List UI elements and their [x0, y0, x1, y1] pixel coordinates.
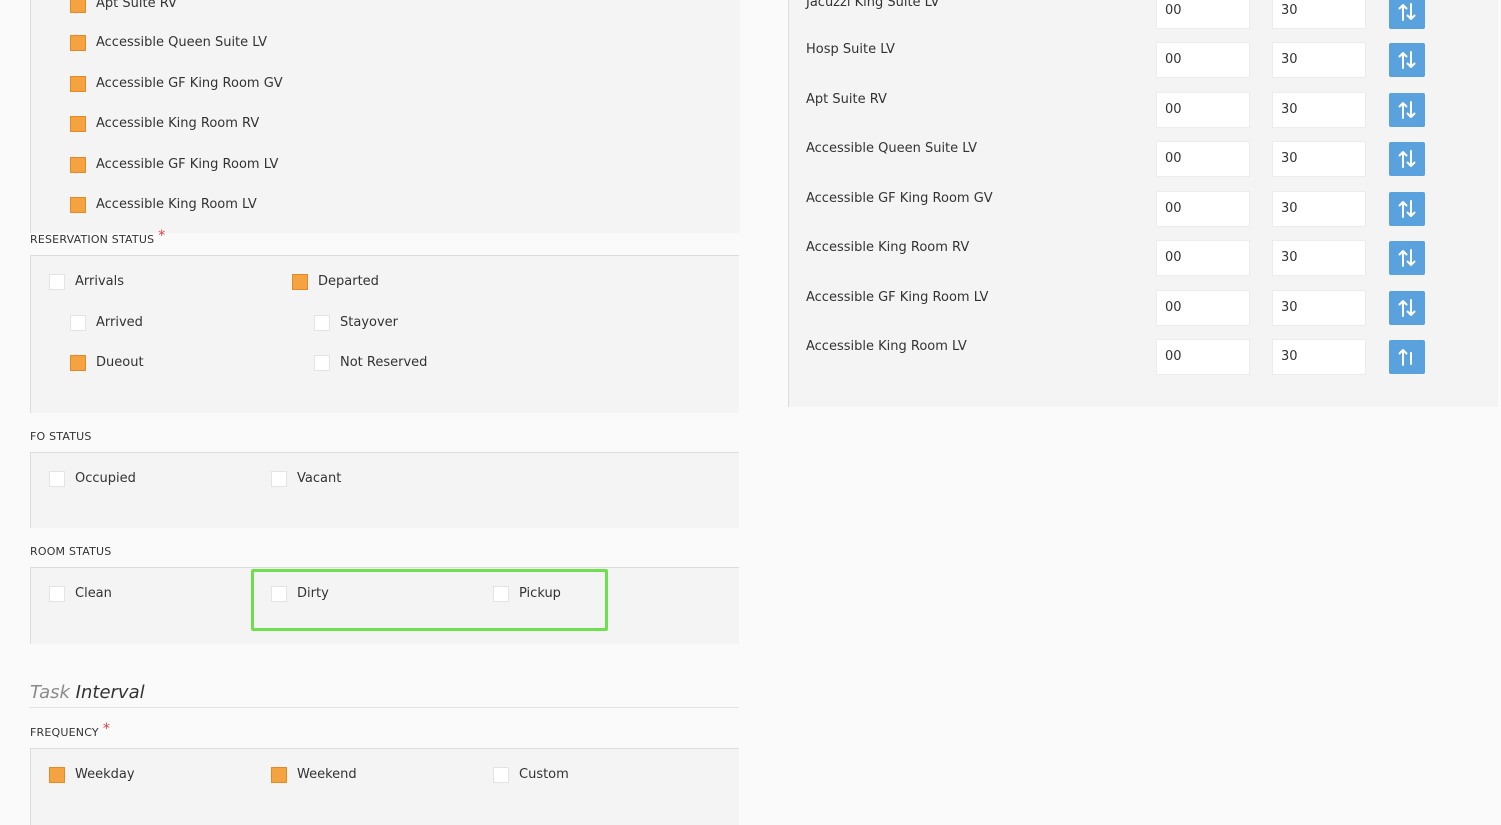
- room-order-label: Jacuzzi King Suite LV: [806, 0, 940, 10]
- dueout-label: Dueout: [96, 355, 144, 370]
- weekday-label: Weekday: [75, 767, 135, 782]
- second-value-input[interactable]: 30: [1272, 339, 1366, 375]
- room-order-label: Accessible GF King Room LV: [806, 290, 989, 305]
- sort-button[interactable]: [1389, 192, 1425, 226]
- sort-button[interactable]: [1389, 43, 1425, 77]
- frequency-heading-text: FREQUENCY: [30, 726, 99, 739]
- occupied-label: Occupied: [75, 471, 136, 486]
- room-type-checkbox[interactable]: [70, 0, 86, 13]
- departed-label: Departed: [318, 274, 379, 289]
- second-value-input[interactable]: 30: [1272, 290, 1366, 326]
- arrived-checkbox[interactable]: [70, 315, 86, 331]
- task-interval-title-part2: Interval: [75, 682, 145, 703]
- room-type-checkbox[interactable]: [70, 116, 86, 132]
- room-order-label: Accessible King Room LV: [806, 339, 967, 354]
- not-reserved-label: Not Reserved: [340, 355, 428, 370]
- sort-button[interactable]: [1389, 241, 1425, 275]
- clean-label: Clean: [75, 586, 112, 601]
- not-reserved-checkbox[interactable]: [314, 355, 330, 371]
- dueout-checkbox[interactable]: [70, 355, 86, 371]
- stayover-label: Stayover: [340, 315, 398, 330]
- room-type-label: Accessible GF King Room LV: [96, 157, 279, 172]
- second-value-input[interactable]: 30: [1272, 92, 1366, 128]
- second-value-input[interactable]: 30: [1272, 42, 1366, 78]
- sort-up-down-icon: [1398, 3, 1416, 21]
- first-value-input[interactable]: 00: [1156, 42, 1250, 78]
- arrivals-label: Arrivals: [75, 274, 125, 289]
- clean-checkbox[interactable]: [49, 586, 65, 602]
- reservation-status-heading-text: RESERVATION STATUS: [30, 233, 155, 246]
- first-value-input[interactable]: 00: [1156, 92, 1250, 128]
- frequency-panel: Weekday Weekend Custom: [30, 748, 739, 825]
- task-interval-title-part1: Task: [30, 682, 70, 703]
- reservation-status-panel: Arrivals Arrived Dueout Departed Stayove…: [30, 255, 739, 413]
- weekend-label: Weekend: [297, 767, 357, 782]
- room-type-label: Accessible GF King Room GV: [96, 76, 283, 91]
- first-value-input[interactable]: 00: [1156, 0, 1250, 29]
- second-value-input[interactable]: 30: [1272, 141, 1366, 177]
- required-mark: *: [158, 228, 166, 244]
- room-order-label: Accessible Queen Suite LV: [806, 141, 977, 156]
- vacant-checkbox[interactable]: [271, 471, 287, 487]
- first-value-input[interactable]: 00: [1156, 191, 1250, 227]
- reservation-status-heading: RESERVATION STATUS *: [30, 229, 165, 247]
- sort-up-down-icon: [1398, 101, 1416, 119]
- selection-highlight: [251, 569, 608, 631]
- custom-checkbox[interactable]: [493, 767, 509, 783]
- required-mark: *: [102, 721, 111, 737]
- second-value-input[interactable]: 30: [1272, 0, 1366, 29]
- second-value-input[interactable]: 30: [1272, 191, 1366, 227]
- room-type-label: Accessible Queen Suite LV: [96, 35, 267, 50]
- sort-up-down-icon: [1398, 150, 1416, 168]
- stayover-checkbox[interactable]: [314, 315, 330, 331]
- sort-up-down-icon: [1398, 51, 1416, 69]
- fo-status-heading: FO STATUS: [30, 430, 92, 443]
- second-value-input[interactable]: 30: [1272, 240, 1366, 276]
- sort-button[interactable]: [1389, 93, 1425, 127]
- sort-button[interactable]: [1389, 0, 1425, 29]
- first-value-input[interactable]: 00: [1156, 141, 1250, 177]
- room-type-label: Apt Suite RV: [96, 0, 177, 11]
- sort-up-down-icon: [1398, 299, 1416, 317]
- weekday-checkbox[interactable]: [49, 767, 65, 783]
- arrived-label: Arrived: [96, 315, 143, 330]
- departed-checkbox[interactable]: [292, 274, 308, 290]
- first-value-input[interactable]: 00: [1156, 290, 1250, 326]
- room-order-label: Hosp Suite LV: [806, 42, 895, 57]
- arrivals-checkbox[interactable]: [49, 274, 65, 290]
- vacant-label: Vacant: [297, 471, 342, 486]
- first-value-input[interactable]: 00: [1156, 240, 1250, 276]
- sort-up-down-icon: [1398, 249, 1416, 267]
- divider: [30, 707, 739, 708]
- room-order-label: Apt Suite RV: [806, 92, 887, 107]
- room-type-label: Accessible King Room LV: [96, 197, 257, 212]
- room-type-list-panel: Apt Suite RV Accessible Queen Suite LV A…: [30, 0, 740, 233]
- room-type-label: Accessible King Room RV: [96, 116, 260, 131]
- room-type-checkbox[interactable]: [70, 35, 86, 51]
- sort-up-icon: [1398, 349, 1412, 366]
- room-status-heading: ROOM STATUS: [30, 545, 112, 558]
- sort-button[interactable]: [1389, 291, 1425, 325]
- weekend-checkbox[interactable]: [271, 767, 287, 783]
- room-order-label: Accessible GF King Room GV: [806, 191, 993, 206]
- frequency-heading: FREQUENCY *: [30, 722, 110, 740]
- room-type-checkbox[interactable]: [70, 197, 86, 213]
- room-order-panel: Jacuzzi King Suite LV 00 30 Hosp Suite L…: [788, 0, 1498, 407]
- custom-label: Custom: [519, 767, 569, 782]
- occupied-checkbox[interactable]: [49, 471, 65, 487]
- sort-up-down-icon: [1398, 200, 1416, 218]
- room-type-checkbox[interactable]: [70, 76, 86, 92]
- room-type-checkbox[interactable]: [70, 157, 86, 173]
- sort-button[interactable]: [1389, 340, 1425, 374]
- sort-button[interactable]: [1389, 142, 1425, 176]
- task-interval-title: Task Interval: [30, 682, 145, 704]
- fo-status-panel: Occupied Vacant: [30, 452, 739, 528]
- first-value-input[interactable]: 00: [1156, 339, 1250, 375]
- room-order-label: Accessible King Room RV: [806, 240, 970, 255]
